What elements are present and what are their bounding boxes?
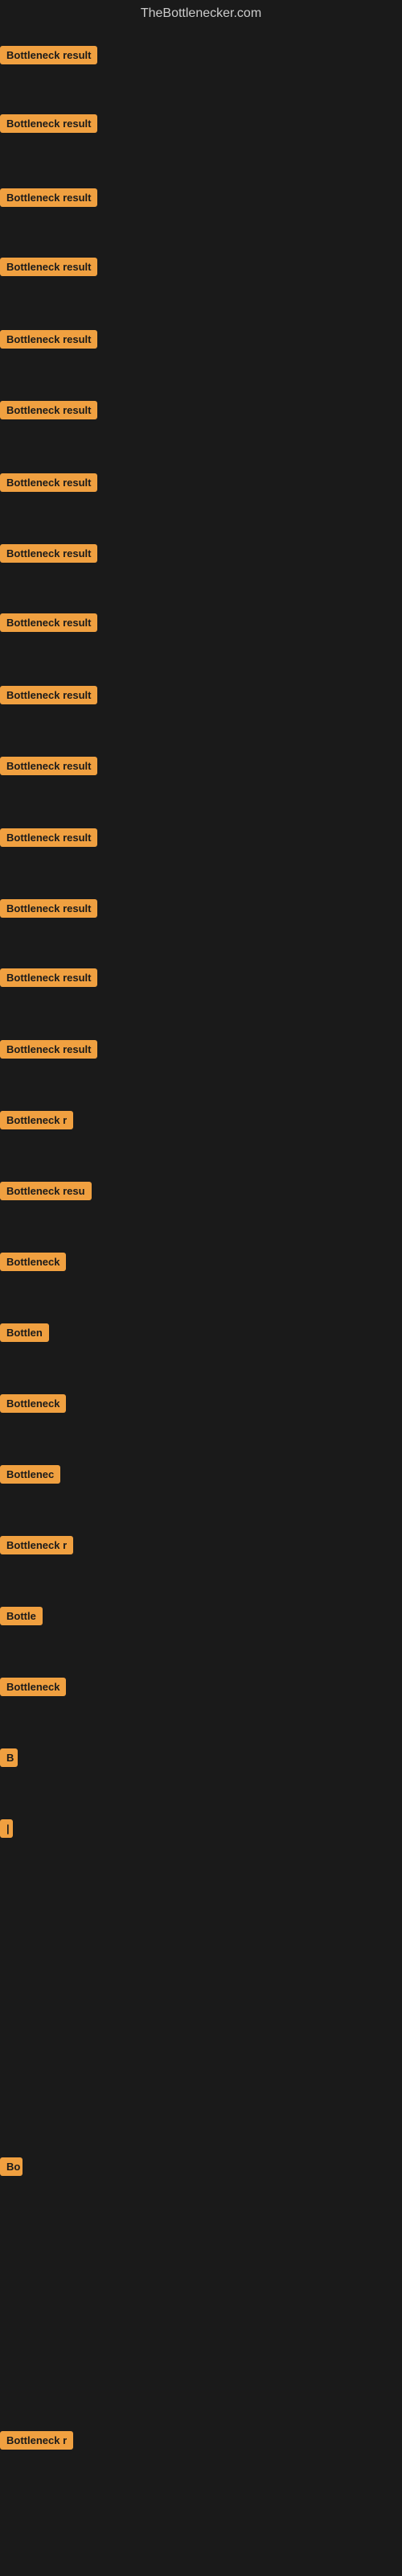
bottleneck-item[interactable]: Bottleneck result <box>0 899 97 922</box>
bottleneck-item[interactable]: Bo <box>0 2157 23 2180</box>
bottleneck-item[interactable]: Bottleneck result <box>0 613 97 636</box>
bottleneck-badge: Bottleneck <box>0 1678 66 1696</box>
bottleneck-item[interactable]: Bottleneck result <box>0 828 97 851</box>
bottleneck-badge: Bottleneck result <box>0 899 97 918</box>
bottleneck-item[interactable]: Bottleneck result <box>0 473 97 496</box>
bottleneck-badge: | <box>0 1819 13 1838</box>
bottleneck-item[interactable]: B <box>0 1748 18 1771</box>
bottleneck-item[interactable]: Bottleneck result <box>0 188 97 211</box>
bottleneck-item[interactable]: Bottleneck result <box>0 1040 97 1063</box>
bottleneck-item[interactable]: Bottleneck result <box>0 258 97 280</box>
bottleneck-item[interactable]: Bottleneck r <box>0 2431 73 2454</box>
bottleneck-item[interactable]: | <box>0 1819 13 1842</box>
bottleneck-item[interactable]: Bottleneck result <box>0 757 97 779</box>
site-title: TheBottlenecker.com <box>0 0 402 31</box>
bottleneck-item[interactable]: Bottleneck result <box>0 686 97 708</box>
bottleneck-item[interactable]: Bottlen <box>0 1323 49 1346</box>
bottleneck-badge: Bottleneck <box>0 1394 66 1413</box>
bottleneck-item[interactable]: Bottleneck result <box>0 544 97 567</box>
bottleneck-item[interactable]: Bottleneck resu <box>0 1182 92 1204</box>
bottleneck-badge: Bottleneck result <box>0 544 97 563</box>
bottleneck-badge: Bottleneck result <box>0 401 97 419</box>
bottleneck-badge: Bottle <box>0 1607 43 1625</box>
bottleneck-badge: Bottleneck result <box>0 258 97 276</box>
bottleneck-badge: B <box>0 1748 18 1767</box>
bottleneck-item[interactable]: Bottleneck r <box>0 1111 73 1133</box>
bottleneck-item[interactable]: Bottleneck result <box>0 330 97 353</box>
bottleneck-badge: Bottleneck result <box>0 1040 97 1059</box>
bottleneck-badge: Bottleneck result <box>0 757 97 775</box>
bottleneck-badge: Bottleneck result <box>0 330 97 349</box>
bottleneck-item[interactable]: Bottle <box>0 1607 43 1629</box>
bottleneck-item[interactable]: Bottleneck <box>0 1678 66 1700</box>
bottleneck-item[interactable]: Bottleneck <box>0 1253 66 1275</box>
bottleneck-item[interactable]: Bottleneck <box>0 1394 66 1417</box>
bottleneck-badge: Bottlenec <box>0 1465 60 1484</box>
bottleneck-item[interactable]: Bottleneck result <box>0 114 97 137</box>
bottleneck-badge: Bottleneck <box>0 1253 66 1271</box>
bottleneck-badge: Bottleneck result <box>0 46 97 64</box>
bottleneck-badge: Bottleneck result <box>0 968 97 987</box>
bottleneck-item[interactable]: Bottleneck r <box>0 1536 73 1558</box>
bottleneck-item[interactable]: Bottleneck result <box>0 46 97 68</box>
bottleneck-badge: Bottleneck result <box>0 114 97 133</box>
bottleneck-badge: Bo <box>0 2157 23 2176</box>
bottleneck-badge: Bottleneck result <box>0 473 97 492</box>
bottleneck-item[interactable]: Bottlenec <box>0 1465 60 1488</box>
bottleneck-badge: Bottleneck r <box>0 2431 73 2450</box>
bottleneck-badge: Bottleneck r <box>0 1111 73 1129</box>
bottleneck-badge: Bottleneck resu <box>0 1182 92 1200</box>
bottleneck-badge: Bottleneck result <box>0 686 97 704</box>
bottleneck-item[interactable]: Bottleneck result <box>0 401 97 423</box>
bottleneck-badge: Bottleneck result <box>0 613 97 632</box>
bottleneck-badge: Bottlen <box>0 1323 49 1342</box>
bottleneck-badge: Bottleneck r <box>0 1536 73 1554</box>
bottleneck-badge: Bottleneck result <box>0 188 97 207</box>
bottleneck-badge: Bottleneck result <box>0 828 97 847</box>
bottleneck-item[interactable]: Bottleneck result <box>0 968 97 991</box>
